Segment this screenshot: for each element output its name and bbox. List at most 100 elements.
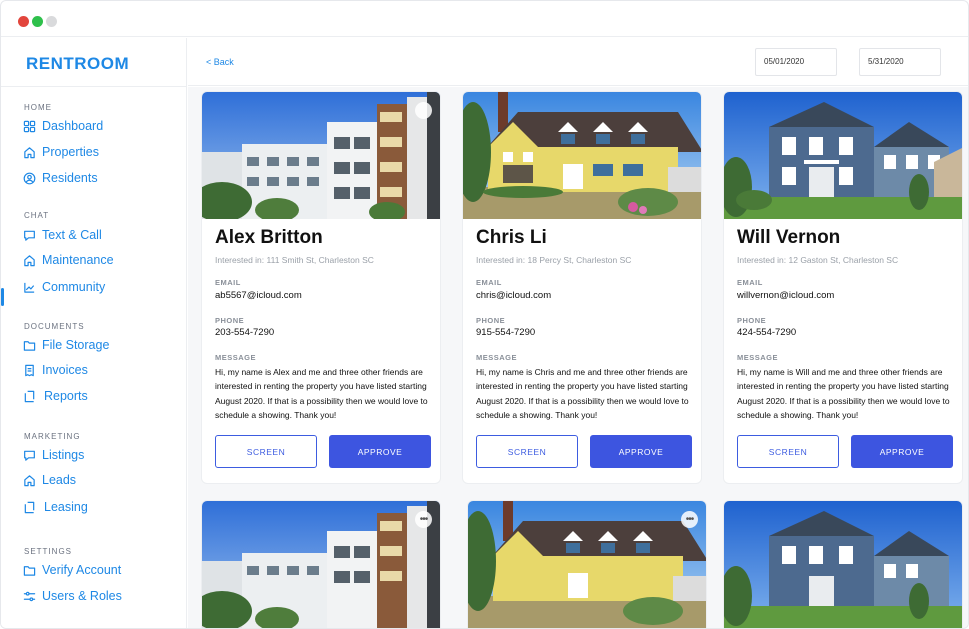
sidebar-item-users-roles[interactable]: Users & Roles	[23, 587, 122, 605]
sidebar-item-label: Community	[42, 280, 106, 294]
chart-icon	[23, 281, 36, 294]
chat-icon	[23, 229, 36, 242]
home-icon	[23, 474, 36, 487]
sidebar: RENTROOM HOME Dashboard Properties Resid…	[1, 38, 187, 628]
applicant-phone[interactable]: 203-554-7290	[215, 327, 274, 338]
message-label: MESSAGE	[215, 353, 257, 362]
invoice-icon	[23, 364, 36, 377]
close-window-button[interactable]	[18, 16, 29, 27]
interested-property: Interested in: 111 Smith St, Charleston …	[215, 255, 374, 265]
sidebar-item-label: Users & Roles	[42, 589, 122, 603]
title-bar	[1, 1, 968, 37]
sidebar-item-label: Residents	[42, 171, 98, 185]
phone-label: PHONE	[215, 316, 245, 325]
sidebar-item-community[interactable]: Community	[23, 278, 105, 296]
applicant-name: Chris Li	[476, 227, 547, 248]
sidebar-section-settings: SETTINGS	[24, 547, 73, 556]
more-options-icon[interactable]	[415, 102, 432, 119]
grid-icon	[23, 120, 36, 133]
property-photo	[202, 92, 440, 219]
approve-button[interactable]: APPROVE	[329, 435, 431, 468]
applicant-email[interactable]: chris@icloud.com	[476, 290, 551, 301]
folder-icon	[23, 564, 36, 577]
applicant-phone[interactable]: 424-554-7290	[737, 327, 796, 338]
applicant-phone[interactable]: 915-554-7290	[476, 327, 535, 338]
minimize-window-button[interactable]	[46, 16, 57, 27]
phone-label: PHONE	[476, 316, 506, 325]
screen-button[interactable]: SCREEN	[737, 435, 839, 468]
sidebar-section-marketing: MARKETING	[24, 432, 81, 441]
more-options-icon[interactable]: •••	[681, 511, 698, 528]
approve-button[interactable]: APPROVE	[851, 435, 953, 468]
applicant-card: •••	[467, 500, 707, 628]
applicant-name: Alex Britton	[215, 227, 323, 248]
approve-button[interactable]: APPROVE	[590, 435, 692, 468]
property-photo: •••	[202, 501, 440, 628]
message-label: MESSAGE	[476, 353, 518, 362]
sidebar-section-chat: CHAT	[24, 211, 50, 220]
sidebar-item-label: Maintenance	[42, 253, 114, 267]
sidebar-item-leasing[interactable]: Leasing	[23, 498, 88, 516]
sidebar-item-verify-account[interactable]: Verify Account	[23, 561, 121, 579]
sidebar-item-leads[interactable]: Leads	[23, 471, 76, 489]
applicant-name: Will Vernon	[737, 227, 841, 248]
interested-property: Interested in: 12 Gaston St, Charleston …	[737, 255, 899, 265]
sidebar-item-dashboard[interactable]: Dashboard	[23, 117, 103, 135]
app-window: RENTROOM HOME Dashboard Properties Resid…	[0, 0, 969, 629]
more-options-icon[interactable]: •••	[415, 511, 432, 528]
sidebar-item-invoices[interactable]: Invoices	[23, 361, 88, 379]
phone-label: PHONE	[737, 316, 767, 325]
message-label: MESSAGE	[737, 353, 779, 362]
brand-logo[interactable]: RENTROOM	[26, 54, 129, 74]
property-photo	[463, 92, 701, 219]
property-photo: •••	[468, 501, 706, 628]
applicant-message: Hi, my name is Will and me and three oth…	[737, 367, 950, 420]
sidebar-item-label: Reports	[44, 389, 88, 403]
sidebar-item-properties[interactable]: Properties	[23, 143, 99, 161]
sidebar-item-listings[interactable]: Listings	[23, 446, 84, 464]
report-icon	[23, 501, 36, 514]
home-icon	[23, 254, 36, 267]
top-bar: < Back 05/01/2020 5/31/2020	[188, 38, 968, 86]
applicant-email[interactable]: ab5567@icloud.com	[215, 290, 302, 301]
screen-button[interactable]: SCREEN	[215, 435, 317, 468]
screen-button[interactable]: SCREEN	[476, 435, 578, 468]
applicant-card: Alex Britton Interested in: 111 Smith St…	[201, 91, 441, 484]
user-circle-icon	[23, 172, 36, 185]
applicant-card: Will Vernon Interested in: 12 Gaston St,…	[723, 91, 963, 484]
property-photo	[724, 501, 962, 628]
applicants-grid: Alex Britton Interested in: 111 Smith St…	[188, 87, 968, 628]
sidebar-item-label: Verify Account	[42, 563, 122, 577]
sidebar-item-label: Properties	[42, 145, 99, 159]
folder-icon	[23, 339, 36, 352]
applicant-card: Chris Li Interested in: 18 Percy St, Cha…	[462, 91, 702, 484]
email-label: EMAIL	[476, 278, 502, 287]
active-indicator	[1, 288, 4, 306]
maximize-window-button[interactable]	[32, 16, 43, 27]
sidebar-item-label: Listings	[42, 448, 85, 462]
start-date-input[interactable]: 05/01/2020	[755, 48, 837, 76]
sidebar-item-label: Leads	[42, 473, 77, 487]
applicant-card	[723, 500, 963, 628]
email-label: EMAIL	[215, 278, 241, 287]
sidebar-item-label: Leasing	[44, 500, 88, 514]
report-icon	[23, 390, 36, 403]
applicant-email[interactable]: willvernon@icloud.com	[737, 290, 834, 301]
sidebar-item-residents[interactable]: Residents	[23, 169, 98, 187]
chat-icon	[23, 449, 36, 462]
sidebar-item-maintenance[interactable]: Maintenance	[23, 251, 114, 269]
sidebar-item-reports[interactable]: Reports	[23, 387, 88, 405]
end-date-input[interactable]: 5/31/2020	[859, 48, 941, 76]
applicant-message: Hi, my name is Alex and me and three oth…	[215, 367, 428, 420]
sidebar-item-label: Dashboard	[42, 119, 104, 133]
home-icon	[23, 146, 36, 159]
interested-property: Interested in: 18 Percy St, Charleston S…	[476, 255, 632, 265]
sidebar-item-text-call[interactable]: Text & Call	[23, 226, 102, 244]
back-link[interactable]: < Back	[206, 57, 234, 67]
sidebar-item-label: Invoices	[42, 363, 88, 377]
property-photo	[724, 92, 962, 219]
applicant-message: Hi, my name is Chris and me and three ot…	[476, 367, 689, 420]
applicant-card: •••	[201, 500, 441, 628]
sidebar-item-file-storage[interactable]: File Storage	[23, 336, 109, 354]
sidebar-section-home: HOME	[24, 103, 52, 112]
